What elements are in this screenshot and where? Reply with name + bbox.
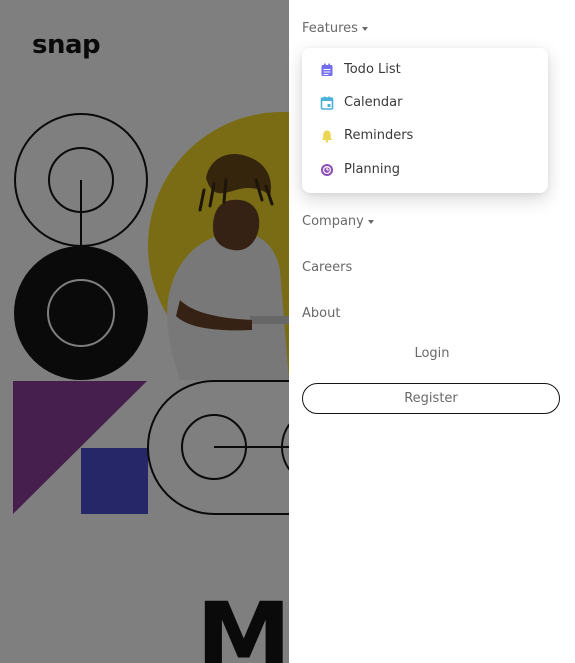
nav-company-label: Company: [302, 214, 364, 229]
login-button[interactable]: Login: [289, 346, 575, 361]
menu-item-label: Todo List: [344, 62, 401, 77]
menu-item-reminders[interactable]: Reminders: [320, 128, 413, 143]
bell-icon: [321, 130, 333, 143]
menu-item-calendar[interactable]: Calendar: [320, 95, 402, 110]
menu-item-planning[interactable]: Planning: [320, 162, 400, 177]
nav-careers-label: Careers: [302, 260, 353, 275]
menu-item-todo-list[interactable]: Todo List: [320, 62, 401, 77]
caret-down-icon: [361, 27, 368, 31]
todo-list-icon: [321, 63, 333, 76]
mobile-nav-drawer: Features Todo List Calendar Reminders Pl…: [289, 0, 575, 663]
planning-icon: [321, 163, 333, 176]
nav-features-toggle[interactable]: Features: [302, 21, 368, 36]
menu-item-label: Calendar: [344, 95, 403, 110]
nav-about-link[interactable]: About: [302, 306, 340, 321]
nav-features-label: Features: [302, 21, 358, 36]
menu-item-label: Planning: [344, 162, 400, 177]
register-button[interactable]: Register: [302, 383, 560, 414]
nav-about-label: About: [302, 306, 341, 321]
menu-item-label: Reminders: [344, 128, 414, 143]
calendar-icon: [320, 96, 334, 110]
nav-careers-link[interactable]: Careers: [302, 260, 352, 275]
caret-down-icon: [367, 220, 374, 224]
features-dropdown-menu: Todo List Calendar Reminders Planning: [302, 48, 548, 193]
nav-company-toggle[interactable]: Company: [302, 214, 374, 229]
